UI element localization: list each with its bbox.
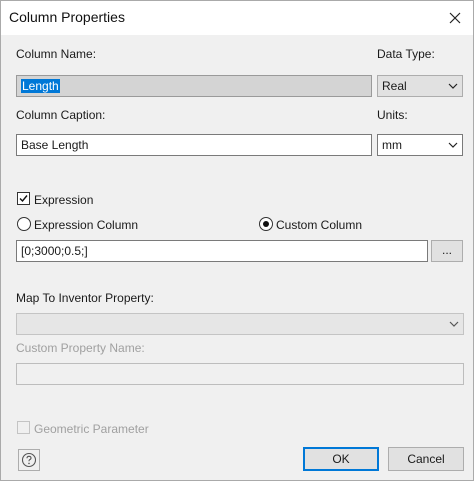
expression-label: Expression — [34, 193, 94, 207]
column-name-value: Length — [21, 79, 60, 93]
expression-field[interactable]: [0;3000;0.5;] — [16, 240, 428, 262]
custom-property-name-label: Custom Property Name: — [16, 341, 145, 355]
units-value: mm — [382, 138, 402, 152]
column-caption-field[interactable]: Base Length — [16, 134, 372, 156]
expression-checkbox[interactable] — [17, 192, 30, 205]
data-type-dropdown[interactable]: Real — [377, 75, 463, 97]
title-bar: Column Properties — [1, 1, 473, 35]
column-name-label: Column Name: — [16, 47, 97, 61]
column-properties-dialog: Column Properties Column Name: Length Da… — [0, 0, 474, 481]
data-type-value: Real — [382, 79, 407, 93]
geometric-parameter-label: Geometric Parameter — [34, 422, 149, 436]
geometric-parameter-checkbox[interactable] — [17, 421, 30, 434]
custom-column-label: Custom Column — [276, 218, 363, 232]
column-name-field[interactable]: Length — [16, 75, 372, 97]
help-button[interactable] — [18, 449, 40, 471]
units-label: Units: — [377, 108, 408, 122]
expression-column-radio[interactable] — [17, 217, 31, 231]
custom-property-name-field[interactable] — [16, 363, 464, 385]
units-dropdown[interactable]: mm — [377, 134, 463, 156]
checkmark-icon — [19, 195, 28, 203]
data-type-label: Data Type: — [377, 47, 435, 61]
custom-column-radio[interactable] — [259, 217, 273, 231]
question-circle-icon — [21, 452, 37, 468]
expression-column-label: Expression Column — [34, 218, 139, 232]
expression-value: [0;3000;0.5;] — [21, 244, 88, 258]
close-button[interactable] — [445, 8, 465, 28]
map-inventor-dropdown[interactable] — [16, 313, 464, 335]
map-inventor-label: Map To Inventor Property: — [16, 291, 154, 305]
close-icon — [449, 12, 461, 24]
column-caption-value: Base Length — [21, 138, 89, 152]
chevron-down-icon — [448, 83, 458, 89]
dialog-title: Column Properties — [9, 9, 125, 25]
column-caption-label: Column Caption: — [16, 108, 106, 122]
ok-button[interactable]: OK — [303, 447, 379, 471]
browse-button[interactable]: ... — [431, 240, 463, 262]
chevron-down-icon — [449, 321, 459, 327]
radio-selected-dot — [263, 221, 269, 227]
chevron-down-icon — [448, 142, 458, 148]
cancel-button[interactable]: Cancel — [388, 447, 464, 471]
